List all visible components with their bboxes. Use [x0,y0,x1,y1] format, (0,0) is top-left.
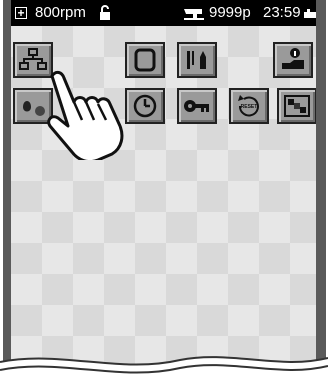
clock-readout: 23:59 [263,4,301,21]
speed-readout: 800rpm [35,4,86,21]
operator-info-button[interactable] [273,42,313,78]
stitch-count-readout: 9999p [209,4,251,21]
device-screen: + 800rpm 9999p 23:59 RESET [0,0,328,391]
reset-label: RESET [241,104,258,110]
battery-icon [303,0,317,26]
reset-icon: RESET [238,95,259,117]
key-button[interactable] [177,88,217,124]
bezel-left [3,0,11,391]
plus-box-icon: + [13,0,29,26]
needle-bobbin-button[interactable] [177,42,217,78]
pattern-icon [284,95,310,117]
reset-button[interactable]: RESET [229,88,269,124]
pattern-button[interactable] [277,88,316,124]
unlock-icon [97,0,113,26]
key-icon [184,100,209,112]
status-bar: + 800rpm 9999p 23:59 [11,0,316,26]
operator-info-icon [282,48,304,69]
bezel-right [316,0,326,391]
torn-edge [0,356,328,391]
machine-icon [181,0,207,26]
needle-bobbin-icon [187,51,206,69]
pointing-hand-icon [47,70,124,160]
